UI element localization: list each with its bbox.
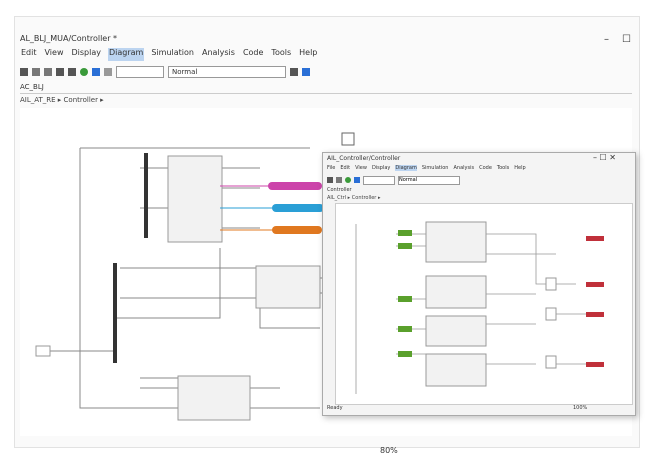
inner-stop-time[interactable] xyxy=(363,175,395,185)
inner-window-controls[interactable]: – ☐ ✕ xyxy=(593,153,616,162)
breadcrumb[interactable]: AIL_AT_RE ▸ Controller ▸ xyxy=(20,96,632,106)
menu-tools[interactable]: Tools xyxy=(270,48,292,61)
minimize-button[interactable]: – xyxy=(604,34,609,46)
model-tab[interactable]: AC_BLJ xyxy=(20,83,44,91)
inner-subsystem-block[interactable] xyxy=(425,353,487,387)
wire xyxy=(486,233,546,285)
inner-step-icon[interactable] xyxy=(354,177,360,183)
inner-menu-simulation[interactable]: Simulation xyxy=(422,165,449,171)
inner-status-left: Ready xyxy=(327,405,343,411)
undo-icon[interactable] xyxy=(32,68,40,76)
maximize-button[interactable]: ☐ xyxy=(622,34,631,46)
toolbar: Normal xyxy=(20,64,632,80)
save-icon[interactable] xyxy=(20,68,28,76)
inner-menu-file[interactable]: File xyxy=(327,165,335,171)
zoom-level: 80% xyxy=(380,446,398,455)
inner-save-icon[interactable] xyxy=(327,177,333,183)
inner-breadcrumb[interactable]: AIL_Ctrl ▸ Controller ▸ xyxy=(327,195,380,201)
from-tag-green[interactable] xyxy=(398,243,412,249)
menu-diagram[interactable]: Diagram xyxy=(107,48,145,61)
subsystem-block[interactable] xyxy=(255,265,321,309)
menu-view[interactable]: View xyxy=(44,48,65,61)
inner-sum-block[interactable] xyxy=(545,307,557,321)
inner-menu-code[interactable]: Code xyxy=(479,165,492,171)
build-icon[interactable] xyxy=(302,68,310,76)
inner-menu-bar: File Edit View Display Diagram Simulatio… xyxy=(327,165,526,171)
menu-edit[interactable]: Edit xyxy=(20,48,38,61)
menu-analysis[interactable]: Analysis xyxy=(201,48,236,61)
goto-tag-cyan[interactable] xyxy=(272,204,324,212)
inner-subsystem-block[interactable] xyxy=(425,275,487,309)
title-bar: AL_BLJ_MUA/Controller * – ☐ xyxy=(20,34,632,48)
goto-tag-pink[interactable] xyxy=(268,182,322,190)
bus-bar[interactable] xyxy=(144,153,148,238)
wire xyxy=(115,248,221,319)
inner-subsystem-block[interactable] xyxy=(425,315,487,347)
inner-menu-edit[interactable]: Edit xyxy=(340,165,350,171)
inner-subsystem-block[interactable] xyxy=(425,221,487,263)
inner-undo-icon[interactable] xyxy=(336,177,342,183)
menu-bar: Edit View Display Diagram Simulation Ana… xyxy=(20,48,632,61)
inner-menu-view[interactable]: View xyxy=(355,165,367,171)
inport-block[interactable] xyxy=(35,345,51,357)
inner-model-tab[interactable]: Controller xyxy=(327,187,352,193)
from-tag-green[interactable] xyxy=(398,296,412,302)
sim-mode-select[interactable]: Normal xyxy=(168,66,286,78)
zoom-icon[interactable] xyxy=(290,68,298,76)
from-tag-green[interactable] xyxy=(398,326,412,332)
redo-icon[interactable] xyxy=(44,68,52,76)
goto-tag-red[interactable] xyxy=(586,282,604,287)
run-icon[interactable] xyxy=(80,68,88,76)
menu-display[interactable]: Display xyxy=(70,48,102,61)
goto-tag-red[interactable] xyxy=(586,236,604,241)
inner-window[interactable]: AIL_Controller/Controller – ☐ ✕ File Edi… xyxy=(322,152,636,416)
from-tag-green[interactable] xyxy=(398,230,412,236)
inner-toolbar: Normal xyxy=(327,175,627,185)
wire xyxy=(79,148,130,409)
subsystem-block[interactable] xyxy=(167,155,223,243)
inner-diagram-svg xyxy=(355,221,604,394)
inner-status-right: 100% xyxy=(573,405,588,411)
step-icon[interactable] xyxy=(92,68,100,76)
goto-tag-red[interactable] xyxy=(586,362,604,367)
window-title: AL_BLJ_MUA/Controller * xyxy=(20,34,118,43)
inner-sum-block[interactable] xyxy=(545,355,557,369)
inner-menu-display[interactable]: Display xyxy=(372,165,390,171)
settings-icon[interactable] xyxy=(68,68,76,76)
inner-menu-tools[interactable]: Tools xyxy=(497,165,509,171)
selected-block[interactable] xyxy=(341,132,355,146)
goto-tag-orange[interactable] xyxy=(272,226,322,234)
from-tag-green[interactable] xyxy=(398,351,412,357)
inner-menu-help[interactable]: Help xyxy=(514,165,525,171)
inner-mode-select[interactable]: Normal xyxy=(398,175,460,185)
stop-icon[interactable] xyxy=(104,68,112,76)
inner-menu-analysis[interactable]: Analysis xyxy=(453,165,474,171)
menu-help[interactable]: Help xyxy=(298,48,318,61)
model-tab-row: AC_BLJ xyxy=(20,83,632,94)
inner-menu-diagram[interactable]: Diagram xyxy=(395,165,417,171)
menu-simulation[interactable]: Simulation xyxy=(150,48,195,61)
inner-canvas[interactable] xyxy=(335,203,633,405)
menu-code[interactable]: Code xyxy=(242,48,264,61)
bus-bar[interactable] xyxy=(113,263,117,363)
subsystem-block[interactable] xyxy=(177,375,251,421)
inner-run-icon[interactable] xyxy=(345,177,351,183)
inner-window-title: AIL_Controller/Controller xyxy=(327,155,401,162)
inner-sum-block[interactable] xyxy=(545,277,557,291)
stop-time-field[interactable] xyxy=(116,66,164,78)
library-icon[interactable] xyxy=(56,68,64,76)
goto-tag-red[interactable] xyxy=(586,312,604,317)
